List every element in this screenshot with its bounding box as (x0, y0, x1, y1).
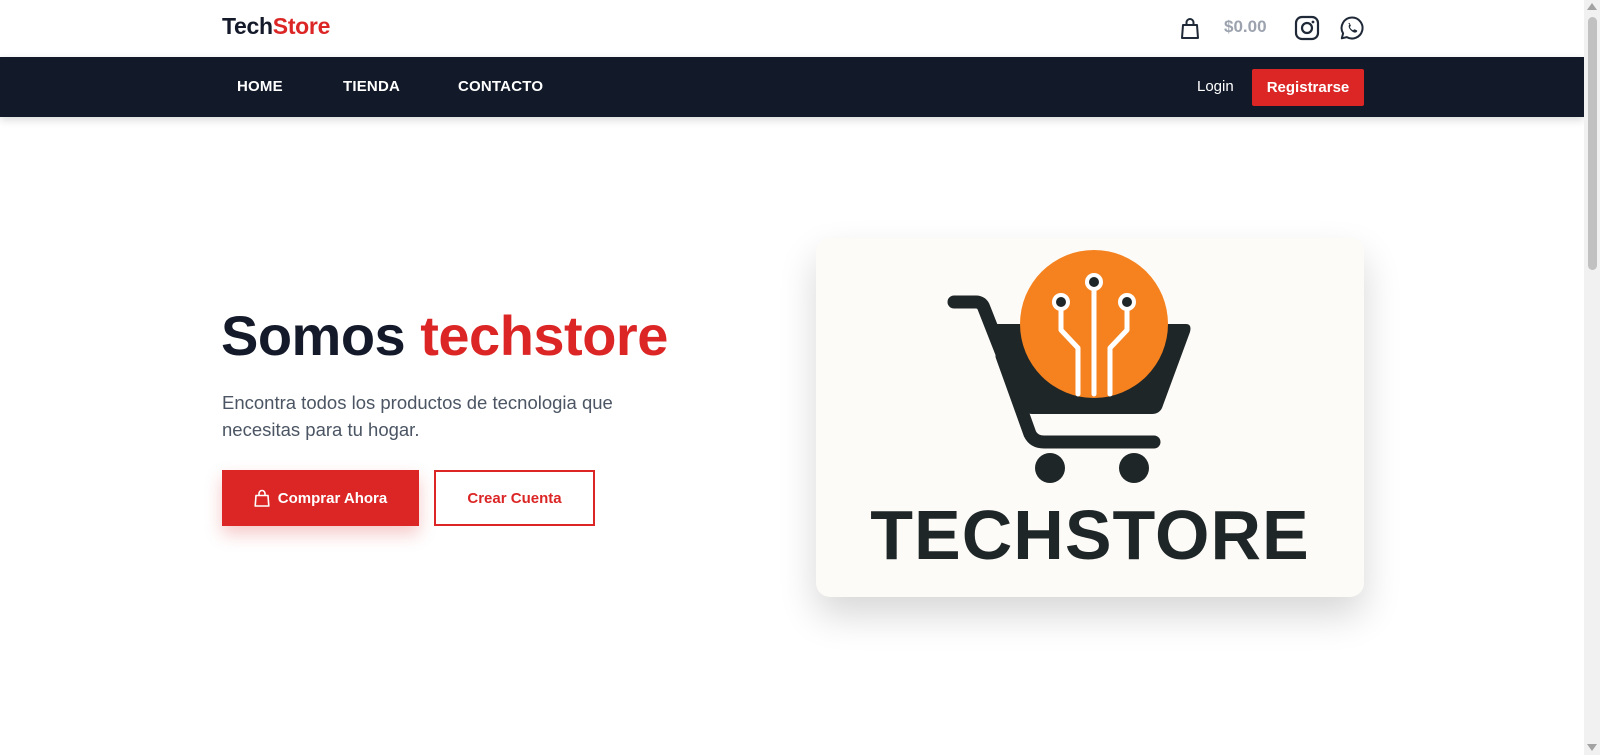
whatsapp-icon[interactable] (1339, 15, 1365, 41)
main-navbar: HOME TIENDA CONTACTO Login Registrarse (0, 57, 1584, 117)
login-link[interactable]: Login (1197, 78, 1234, 95)
shopping-bag-icon (254, 489, 270, 507)
shop-now-button[interactable]: Comprar Ahora (222, 470, 419, 526)
techstore-logo-card: TECHSTORE (816, 238, 1364, 597)
scrollbar-thumb[interactable] (1588, 17, 1597, 270)
top-header: TechStore $0.00 (0, 0, 1584, 57)
shop-now-label: Comprar Ahora (277, 489, 388, 507)
create-account-button[interactable]: Crear Cuenta (434, 470, 595, 526)
brand-logo-part1: Tech (222, 13, 273, 39)
shopping-bag-icon[interactable] (1180, 17, 1200, 39)
nav-tienda[interactable]: TIENDA (343, 78, 400, 95)
scroll-down-arrow-icon[interactable] (1587, 744, 1597, 751)
hero-title-part2: techstore (420, 304, 668, 367)
hero-title-part1: Somos (221, 304, 406, 367)
cart-total[interactable]: $0.00 (1224, 17, 1267, 37)
hero-title: Somos techstore (221, 303, 668, 369)
instagram-icon[interactable] (1294, 15, 1320, 41)
nav-home[interactable]: HOME (237, 78, 283, 95)
brand-logo[interactable]: TechStore (222, 13, 330, 40)
logo-wordmark: TECHSTORE (870, 496, 1310, 574)
scroll-up-arrow-icon[interactable] (1587, 3, 1597, 10)
brand-logo-part2: Store (272, 13, 331, 39)
hero-description: Encontra todos los productos de tecnolog… (222, 392, 613, 440)
nav-contacto[interactable]: CONTACTO (458, 78, 543, 95)
register-button[interactable]: Registrarse (1252, 69, 1364, 106)
